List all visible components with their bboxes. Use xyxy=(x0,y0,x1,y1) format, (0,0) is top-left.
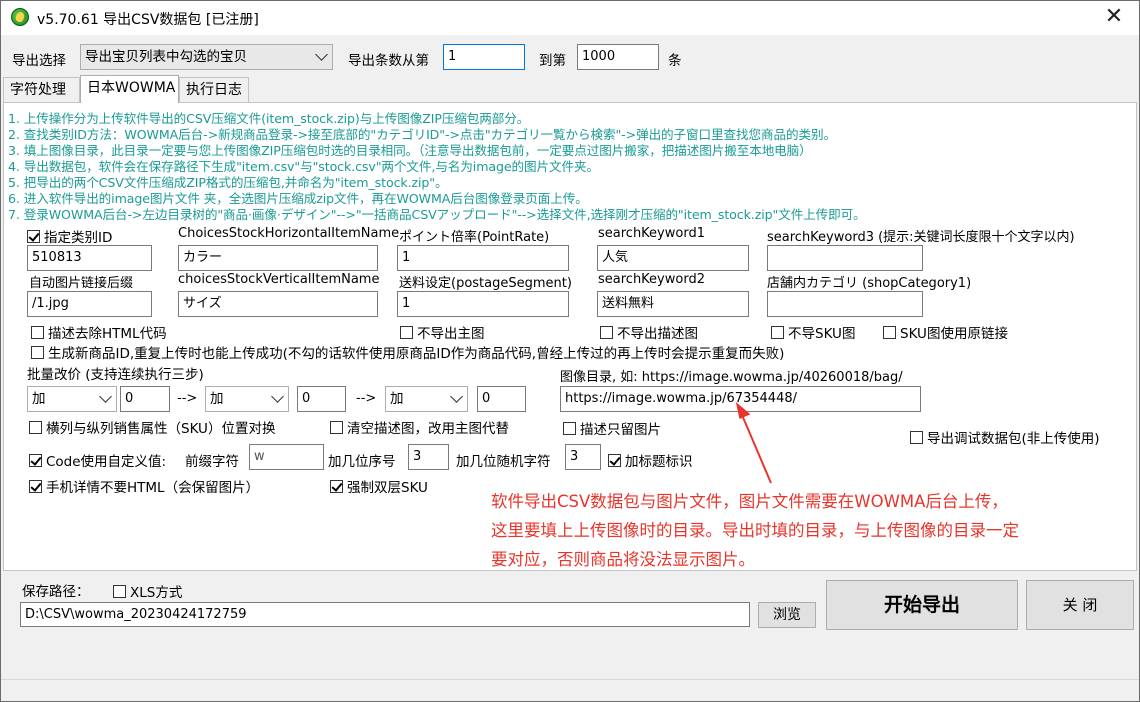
clear-desc-checkbox[interactable]: 清空描述图，改用主图代替 xyxy=(330,417,509,437)
swap-sku-checkbox[interactable]: 横列与纵列销售属性（SKU）位置对换 xyxy=(29,417,275,437)
rand-digits-input[interactable]: 3 xyxy=(565,444,601,470)
window-title: v5.70.61 导出CSV数据包 [已注册] xyxy=(37,12,259,28)
swap-sku-label: 横列与纵列销售属性（SKU）位置对换 xyxy=(46,421,276,437)
export-select-value: 导出宝贝列表中勾选的宝贝 xyxy=(85,49,247,65)
tab-char-processing[interactable]: 字符处理 xyxy=(3,77,80,103)
count-to-label: 到第 xyxy=(539,53,566,69)
title-mark-checkbox[interactable]: 加标题标识 xyxy=(608,450,693,470)
save-path-label: 保存路径： xyxy=(22,584,90,600)
export-csv-dialog: v5.70.61 导出CSV数据包 [已注册] ✕ 导出选择 导出宝贝列表中勾选… xyxy=(0,0,1140,702)
annotation-line: 软件导出CSV数据包与图片文件，图片文件需要在WOWMA后台上传， xyxy=(491,492,1008,511)
code-custom-label: Code使用自定义值: xyxy=(46,454,167,470)
count-unit-label: 条 xyxy=(668,53,682,69)
debug-package-label: 导出调试数据包(非上传使用) xyxy=(927,431,1100,447)
status-strip xyxy=(1,679,1139,701)
app-logo-icon xyxy=(11,8,29,26)
title-mark-label: 加标题标识 xyxy=(625,454,693,470)
count-to-input[interactable]: 1000 xyxy=(577,44,659,70)
xls-mode-checkbox[interactable]: XLS方式 xyxy=(113,581,182,601)
prefix-label: 前缀字符 xyxy=(185,454,239,470)
count-from-label: 导出条数从第 xyxy=(348,53,429,69)
tab-exec-log[interactable]: 执行日志 xyxy=(179,77,249,103)
close-window-icon[interactable]: ✕ xyxy=(1099,5,1129,31)
mobile-no-html-checkbox[interactable]: 手机详情不要HTML（会保留图片） xyxy=(29,476,259,496)
desc-only-image-label: 描述只留图片 xyxy=(580,422,661,438)
mobile-no-html-label: 手机详情不要HTML（会保留图片） xyxy=(46,480,260,496)
wowma-panel: 1. 上传操作分为上传软件导出的CSV压缩文件(item_stock.zip)与… xyxy=(3,102,1137,571)
chevron-down-icon xyxy=(315,48,328,61)
close-button[interactable]: 关 闭 xyxy=(1026,580,1134,630)
export-select-label: 导出选择 xyxy=(12,53,66,69)
checkbox-unchecked-icon xyxy=(330,420,343,434)
desc-only-image-checkbox[interactable]: 描述只留图片 xyxy=(563,418,661,438)
code-custom-checkbox[interactable]: Code使用自定义值: xyxy=(29,450,166,470)
browse-button[interactable]: 浏览 xyxy=(758,602,816,628)
xls-mode-label: XLS方式 xyxy=(130,585,183,601)
seq-digits-input[interactable]: 3 xyxy=(408,444,449,470)
checkbox-checked-icon xyxy=(29,479,42,493)
start-export-button[interactable]: 开始导出 xyxy=(826,580,1018,630)
checkbox-checked-icon xyxy=(330,479,343,493)
rand-digits-label: 加几位随机字符 xyxy=(456,454,551,470)
force-double-sku-label: 强制双层SKU xyxy=(347,480,428,496)
checkbox-unchecked-icon xyxy=(29,420,42,434)
seq-digits-label: 加几位序号 xyxy=(328,454,396,470)
export-select-dropdown[interactable]: 导出宝贝列表中勾选的宝贝 xyxy=(80,44,333,70)
prefix-input[interactable]: w xyxy=(249,444,324,470)
debug-package-checkbox[interactable]: 导出调试数据包(非上传使用) xyxy=(910,427,1100,447)
clear-desc-label: 清空描述图，改用主图代替 xyxy=(347,421,509,437)
force-double-sku-checkbox[interactable]: 强制双层SKU xyxy=(330,476,428,496)
annotation-line: 要对应，否则商品将没法显示图片。 xyxy=(491,550,755,569)
checkbox-checked-icon xyxy=(608,453,621,467)
checkbox-checked-icon xyxy=(29,453,42,467)
checkbox-unchecked-icon xyxy=(910,430,923,444)
checkbox-unchecked-icon xyxy=(563,421,576,435)
checkbox-unchecked-icon xyxy=(113,584,126,598)
annotation-line: 这里要填上上传图像时的目录。导出时填的目录，与上传图像的目录一定 xyxy=(491,521,1019,540)
tab-japan-wowma[interactable]: 日本WOWMA xyxy=(80,75,179,103)
title-bar: v5.70.61 导出CSV数据包 [已注册] ✕ xyxy=(1,1,1139,35)
save-path-input[interactable]: D:\CSV\wowma_20230424172759 xyxy=(20,602,750,627)
count-from-input[interactable]: 1 xyxy=(443,44,525,70)
